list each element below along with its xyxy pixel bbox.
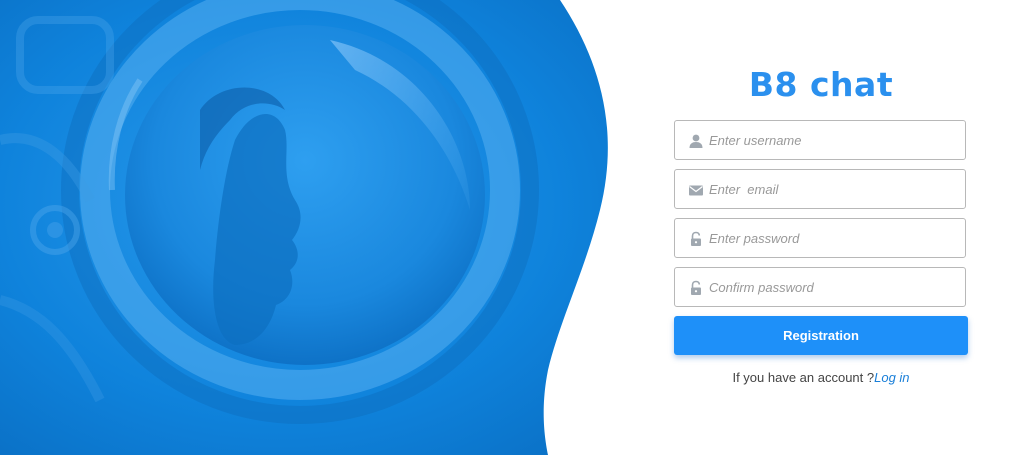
lock-icon (688, 280, 704, 296)
email-field[interactable] (674, 169, 966, 209)
user-icon (688, 133, 704, 149)
registration-button[interactable]: Registration (674, 316, 968, 355)
username-field[interactable] (674, 120, 966, 160)
email-input[interactable] (709, 170, 959, 208)
envelope-icon (688, 182, 704, 198)
hero-illustration (0, 0, 620, 455)
login-prompt: If you have an account ?Log in (674, 370, 968, 385)
app-title: B8 chat (748, 65, 894, 104)
password-input[interactable] (709, 219, 959, 257)
lock-icon (688, 231, 704, 247)
login-prompt-text: If you have an account ? (732, 370, 875, 385)
password-field[interactable] (674, 218, 966, 258)
astronaut-helmet-image (0, 0, 608, 455)
username-input[interactable] (709, 121, 959, 159)
confirm-password-field[interactable] (674, 267, 966, 307)
confirm-password-input[interactable] (709, 268, 959, 306)
login-link[interactable]: Log in (874, 370, 909, 385)
